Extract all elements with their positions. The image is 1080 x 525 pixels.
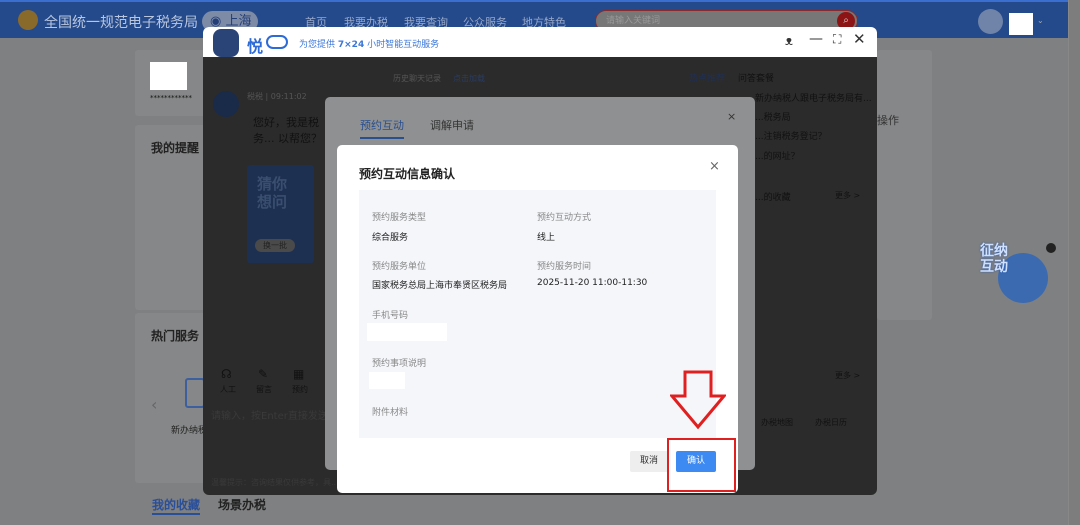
avatar[interactable] bbox=[978, 9, 1003, 34]
field-label: 预约服务时间 bbox=[537, 262, 592, 272]
side-tab-qa[interactable]: 问答套餐 bbox=[738, 71, 774, 84]
field-label: 预约互动方式 bbox=[537, 213, 592, 223]
load-more-link[interactable]: 点击加载 bbox=[453, 73, 485, 84]
interaction-float-button[interactable]: 征纳互动 bbox=[978, 243, 1056, 308]
tab-appointment[interactable]: 预约互动 bbox=[360, 117, 404, 139]
close-icon[interactable]: × bbox=[709, 159, 720, 174]
more-link[interactable]: 更多 > bbox=[835, 190, 860, 201]
tool-appointment[interactable]: 预约 bbox=[292, 384, 308, 395]
tax-calendar-link[interactable]: 办税日历 bbox=[815, 417, 847, 428]
field-label: 预约事项说明 bbox=[372, 359, 427, 369]
chevron-left-icon[interactable]: ‹ bbox=[151, 395, 157, 414]
refresh-button[interactable]: 换一批 bbox=[255, 239, 295, 252]
more-link-bottom[interactable]: 更多 > bbox=[835, 370, 860, 381]
side-item[interactable]: ...注销税务登记？ bbox=[755, 129, 827, 142]
headset-icon[interactable]: ☊ bbox=[221, 367, 232, 381]
operate-label: 操作 bbox=[877, 114, 899, 127]
description-value-redacted bbox=[369, 372, 405, 389]
field-value: 国家税务总局上海市奉贤区税务局 bbox=[372, 281, 508, 291]
side-favorites: ...的收藏 bbox=[755, 193, 791, 203]
field-label: 附件材料 bbox=[372, 408, 409, 418]
history-label: 历史聊天记录 bbox=[393, 74, 441, 83]
phone-value-redacted bbox=[367, 323, 447, 341]
annotation-arrow-icon bbox=[670, 370, 726, 430]
tagline-hours: 7×24 bbox=[337, 40, 365, 50]
chat-tagline: 为您提供 7×24 小时智能互动服务 bbox=[299, 37, 439, 50]
hot-services-title: 热门服务 bbox=[151, 329, 200, 343]
reminder-title: 我的提醒 bbox=[151, 141, 200, 155]
hot-item-label[interactable]: 新办纳税 bbox=[171, 423, 207, 436]
greeting-message: 您好，我是税务... 以帮您？ bbox=[253, 116, 322, 145]
field-label: 预约服务类型 bbox=[372, 213, 427, 223]
tab-favorites[interactable]: 我的收藏 bbox=[152, 496, 201, 515]
close-icon[interactable]: × bbox=[727, 110, 736, 123]
close-icon[interactable]: ✕ bbox=[853, 30, 866, 48]
modal-title: 预约互动信息确认 bbox=[359, 167, 456, 181]
guess-card-title: 猜你想问 bbox=[257, 175, 288, 211]
shop-icon bbox=[185, 378, 205, 408]
side-tab-hot[interactable]: 热点推荐 bbox=[689, 71, 725, 84]
fullscreen-icon[interactable]: ⛶ bbox=[833, 32, 841, 47]
side-item[interactable]: ...税务局 bbox=[755, 110, 791, 123]
brand-logo: 悦 bbox=[247, 37, 264, 56]
tab-mediation[interactable]: 调解申请 bbox=[430, 117, 474, 133]
tagline-suffix: 小时智能互动服务 bbox=[364, 40, 440, 50]
tool-human[interactable]: 人工 bbox=[220, 384, 236, 395]
masked-account: ************ bbox=[150, 94, 192, 102]
bot-avatar bbox=[213, 91, 239, 117]
site-title[interactable]: 全国统一规范电子税务局 bbox=[44, 12, 198, 32]
chat-input[interactable]: 请输入，按Enter直接发送 bbox=[211, 407, 328, 422]
field-value: 线上 bbox=[537, 233, 556, 243]
tagline-prefix: 为您提供 bbox=[299, 40, 338, 50]
side-item[interactable]: 新办纳税人跟电子税务局有... bbox=[755, 91, 872, 104]
chevron-down-icon[interactable]: ⌄ bbox=[1037, 16, 1044, 25]
officer-avatar-icon bbox=[213, 29, 239, 57]
user-name[interactable] bbox=[1009, 13, 1033, 35]
field-value: 2025-11-20 11:00-11:30 bbox=[537, 278, 648, 288]
side-item[interactable]: ...的网址？ bbox=[755, 149, 800, 162]
footer-note: 温馨提示：咨询结果仅供参考，具... bbox=[211, 478, 339, 487]
cancel-button[interactable]: 取消 bbox=[630, 451, 668, 472]
edit-icon[interactable]: ✎ bbox=[258, 367, 268, 381]
guess-card[interactable]: 猜你想问 换一批 bbox=[247, 165, 314, 263]
right-card: 操作 bbox=[877, 50, 932, 320]
tab-scenario[interactable]: 场景办税 bbox=[218, 496, 266, 513]
minimize-icon[interactable]: — bbox=[809, 31, 823, 47]
field-label: 手机号码 bbox=[372, 311, 409, 321]
chat-header: 悦 为您提供 7×24 小时智能互动服务 ᴥ — ⛶ ✕ bbox=[203, 27, 877, 57]
page-scrollbar[interactable] bbox=[1068, 0, 1080, 525]
tax-map-link[interactable]: 办税地图 bbox=[761, 417, 793, 428]
annotation-highlight-box bbox=[667, 438, 736, 492]
account-photo bbox=[150, 62, 187, 90]
float-badge-text: 征纳互动 bbox=[980, 243, 1008, 275]
minimize-float-icon[interactable] bbox=[1046, 243, 1056, 253]
field-label: 预约服务单位 bbox=[372, 262, 427, 272]
message-sender: 税税 | 09:11:02 bbox=[247, 92, 307, 101]
calendar-icon[interactable]: ▦ bbox=[293, 367, 304, 381]
field-value: 综合服务 bbox=[372, 233, 409, 243]
robot-icon bbox=[266, 35, 288, 49]
tool-message[interactable]: 留言 bbox=[256, 384, 272, 395]
user-icon[interactable]: ᴥ bbox=[785, 33, 793, 49]
info-panel: 预约服务类型 综合服务 预约互动方式 线上 预约服务单位 国家税务总局上海市奉贤… bbox=[359, 190, 716, 438]
emblem-icon bbox=[18, 10, 38, 30]
